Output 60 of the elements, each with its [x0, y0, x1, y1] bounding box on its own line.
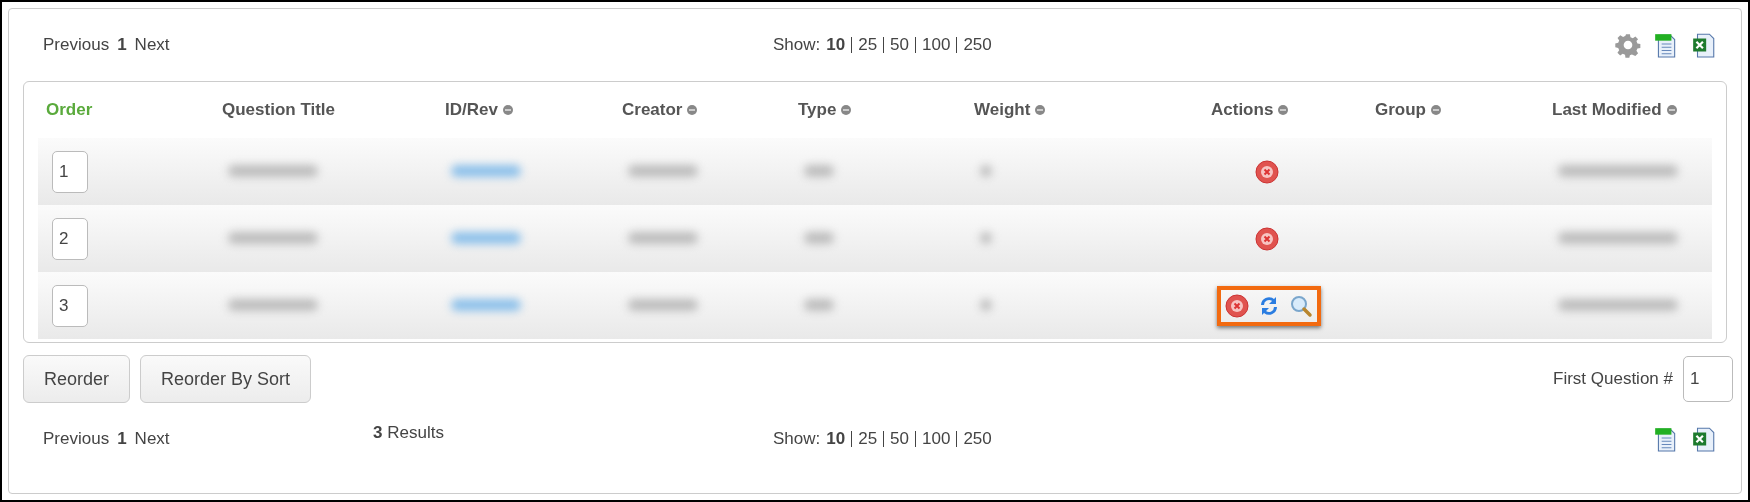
reorder-button[interactable]: Reorder By Sort: [140, 355, 312, 403]
column-header[interactable]: Question Title: [222, 100, 336, 120]
blurred-text: [451, 231, 521, 244]
search-icon[interactable]: [1289, 293, 1313, 318]
page-size-option[interactable]: 50: [883, 37, 909, 53]
order-field[interactable]: 1: [52, 150, 88, 193]
settings-icon[interactable]: [1615, 32, 1641, 58]
sort-icon[interactable]: [1666, 105, 1677, 115]
previous-link[interactable]: Previous: [43, 429, 110, 449]
sort-icon[interactable]: [841, 105, 852, 115]
blurred-text: [451, 298, 521, 311]
page-size-option[interactable]: 250: [956, 431, 992, 447]
page-size-option[interactable]: 10: [826, 35, 846, 55]
blurred-text: [980, 298, 992, 311]
page-size-option[interactable]: 50: [883, 431, 909, 447]
sort-icon[interactable]: [502, 105, 513, 115]
excel-file-icon[interactable]: [1691, 32, 1717, 58]
page-size-option[interactable]: 250: [956, 37, 992, 53]
column-header[interactable]: Weight: [974, 100, 1031, 120]
page-number[interactable]: 1: [117, 429, 127, 449]
page-size-option[interactable]: 100: [915, 37, 951, 53]
blurred-text: [980, 231, 992, 244]
show-label: Show:: [773, 35, 821, 55]
blurred-text: [804, 164, 834, 177]
page-size-option[interactable]: 100: [915, 431, 951, 447]
blurred-text: [804, 298, 834, 311]
excel-file-icon[interactable]: [1691, 426, 1717, 452]
show-label: Show:: [773, 429, 821, 449]
order-field[interactable]: 2: [52, 217, 88, 260]
blurred-text: [980, 164, 992, 177]
column-header[interactable]: Last Modified: [1552, 100, 1662, 120]
blurred-text: [804, 231, 834, 244]
results-count: 3 Results: [373, 422, 445, 443]
page-size-option[interactable]: 10: [826, 429, 846, 449]
sort-icon[interactable]: [1035, 105, 1046, 115]
delete-icon[interactable]: [1255, 226, 1279, 251]
blurred-text: [451, 164, 521, 177]
page-number[interactable]: 1: [117, 35, 127, 55]
page-size-option[interactable]: 25: [851, 431, 878, 447]
blurred-text: [628, 298, 698, 311]
column-header[interactable]: Group: [1375, 100, 1426, 120]
sort-icon[interactable]: [687, 105, 698, 115]
blurred-text: [628, 231, 698, 244]
column-header[interactable]: Actions: [1211, 100, 1274, 120]
next-link[interactable]: Next: [134, 429, 170, 449]
sort-icon[interactable]: [1431, 105, 1441, 115]
order-field[interactable]: 3: [52, 284, 88, 327]
delete-icon[interactable]: [1225, 293, 1249, 318]
blurred-text: [628, 164, 698, 177]
delete-icon[interactable]: [1255, 159, 1279, 184]
sort-icon[interactable]: [1278, 105, 1289, 115]
reorder-button[interactable]: Reorder: [23, 355, 131, 403]
first-question-label: First Question #: [1553, 369, 1673, 389]
page-size-option[interactable]: 25: [851, 37, 878, 53]
column-header[interactable]: ID/Rev: [445, 100, 498, 120]
column-header[interactable]: Type: [798, 100, 837, 120]
next-link[interactable]: Next: [134, 35, 170, 55]
first-question-field[interactable]: 1: [1683, 356, 1733, 402]
column-header[interactable]: Creator: [622, 100, 683, 120]
previous-link[interactable]: Previous: [43, 35, 110, 55]
